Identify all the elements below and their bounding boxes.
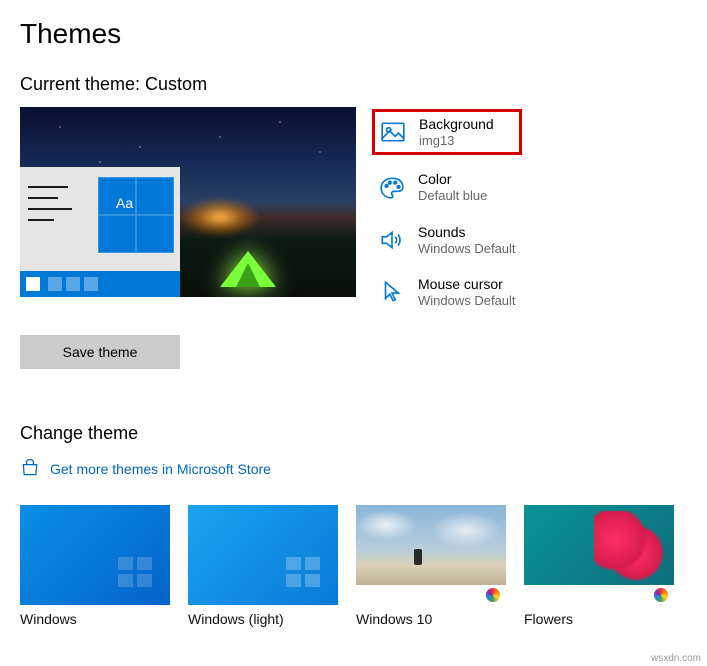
theme-card-windows-light[interactable]: Windows (light) (188, 505, 338, 627)
store-link-label: Get more themes in Microsoft Store (50, 461, 271, 477)
setting-background-label: Background (419, 116, 494, 133)
preview-tent (220, 251, 276, 287)
theme-name: Windows (20, 611, 170, 627)
setting-background-value: img13 (419, 133, 494, 149)
theme-thumb (188, 505, 338, 605)
preview-tiles (98, 177, 174, 253)
theme-grid: Windows Windows (light) Windows 10 Flowe… (20, 505, 687, 627)
palette-dot-icon (486, 588, 500, 602)
setting-color[interactable]: Color Default blue (372, 167, 522, 207)
preview-window-mock: Aa (20, 167, 180, 297)
setting-cursor-label: Mouse cursor (418, 276, 516, 293)
preview-glow (180, 197, 260, 237)
store-icon (20, 458, 40, 481)
change-theme-heading: Change theme (20, 423, 687, 444)
palette-dot-icon (654, 588, 668, 602)
preview-sample-text: Aa (116, 195, 133, 211)
theme-card-windows-10[interactable]: Windows 10 (356, 505, 506, 627)
theme-thumb (356, 505, 506, 605)
theme-thumb (20, 505, 170, 605)
theme-preview: Aa (20, 107, 356, 297)
accent-badge (524, 585, 674, 605)
setting-sounds[interactable]: Sounds Windows Default (372, 220, 522, 260)
cursor-icon (378, 278, 406, 306)
setting-sounds-label: Sounds (418, 224, 516, 241)
setting-sounds-value: Windows Default (418, 241, 516, 257)
preview-text-lines (28, 177, 88, 230)
setting-cursor-value: Windows Default (418, 293, 516, 309)
setting-color-value: Default blue (418, 188, 487, 204)
page-title: Themes (20, 18, 687, 50)
setting-cursor[interactable]: Mouse cursor Windows Default (372, 272, 522, 312)
watermark: wsxdn.com (651, 653, 701, 664)
save-theme-button[interactable]: Save theme (20, 335, 180, 369)
theme-settings-list: Background img13 Color Default blue Soun… (372, 107, 522, 313)
preview-taskbar (20, 271, 180, 297)
theme-card-windows[interactable]: Windows (20, 505, 170, 627)
change-theme-section: Change theme Get more themes in Microsof… (20, 423, 687, 627)
setting-background[interactable]: Background img13 (372, 109, 522, 155)
theme-card-flowers[interactable]: Flowers wsxdn.com (524, 505, 674, 627)
speaker-icon (378, 226, 406, 254)
store-link[interactable]: Get more themes in Microsoft Store (20, 458, 687, 481)
picture-icon (379, 118, 407, 146)
palette-icon (378, 174, 406, 202)
setting-color-label: Color (418, 171, 487, 188)
current-theme-row: Aa Background img13 Color Default blue (20, 107, 687, 313)
current-theme-heading: Current theme: Custom (20, 74, 687, 95)
theme-name: Flowers (524, 611, 674, 627)
accent-badge (356, 585, 506, 605)
theme-thumb (524, 505, 674, 605)
theme-name: Windows 10 (356, 611, 506, 627)
theme-name: Windows (light) (188, 611, 338, 627)
